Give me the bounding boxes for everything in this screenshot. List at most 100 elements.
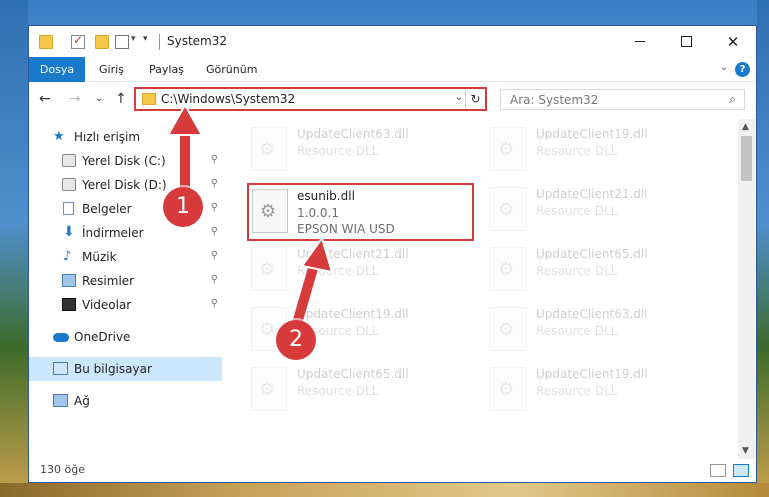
file-name: UpdateClient21.dll [297, 247, 409, 261]
dll-file-icon: ⚙ [251, 367, 287, 411]
gear-icon: ⚙ [498, 199, 515, 220]
title-separator [159, 34, 160, 50]
sidebar-item-label: İndirmeler [82, 226, 144, 240]
file-description: EPSON WIA USD [297, 222, 395, 236]
details-view-icon[interactable] [710, 464, 726, 477]
pin-icon[interactable]: ⚲ [211, 202, 218, 213]
file-item[interactable]: ⚙ UpdateClient21.dll Resource DLL [488, 185, 718, 233]
dll-file-icon: ⚙ [490, 307, 526, 351]
sidebar-item-network[interactable]: Ağ [29, 389, 222, 413]
scroll-down-icon[interactable]: ▼ [742, 446, 749, 456]
dll-file-icon: ⚙ [490, 247, 526, 291]
title-bar: ▾ ▾ System32 ✕ [29, 26, 756, 57]
pin-icon[interactable]: ⚲ [211, 178, 218, 189]
file-item[interactable]: ⚙ UpdateClient63.dll Resource DLL [488, 305, 718, 353]
address-bar[interactable]: C:\Windows\System32 ⌄ ↻ [134, 87, 487, 111]
file-name: UpdateClient21.dll [536, 187, 648, 201]
file-item[interactable]: ⚙ UpdateClient63.dll Resource DLL [249, 125, 479, 173]
forward-button[interactable]: → [69, 91, 81, 107]
sidebar-item-label: Müzik [82, 250, 117, 264]
search-input[interactable]: Ara: System32 ⌕ [500, 89, 745, 110]
sidebar-item-music[interactable]: ♪ Müzik ⚲ [29, 245, 222, 269]
step-2-badge: 2 [276, 320, 316, 360]
desktop-background-bottom [0, 483, 769, 497]
sidebar-item-quick-access[interactable]: ★ Hızlı erişim [29, 125, 222, 149]
file-item[interactable]: ⚙ UpdateClient19.dll Resource DLL [488, 365, 718, 413]
gear-icon: ⚙ [259, 259, 276, 280]
gear-icon: ⚙ [259, 379, 276, 400]
pin-icon[interactable]: ⚲ [211, 154, 218, 165]
status-bar: 130 öğe [29, 460, 756, 482]
up-button[interactable]: ↑ [115, 91, 127, 107]
customize-toolbar-icon[interactable]: ▾ [131, 34, 136, 44]
step-1-badge: 1 [163, 187, 203, 227]
new-folder-icon[interactable] [95, 35, 109, 49]
dll-file-icon: ⚙ [490, 187, 526, 231]
sidebar-item-label: Yerel Disk (C:) [82, 154, 166, 168]
file-type: Resource DLL [536, 204, 618, 218]
close-button[interactable]: ✕ [710, 26, 756, 57]
search-icon[interactable]: ⌕ [729, 92, 736, 107]
ribbon-tabs: Dosya Giriş Paylaş Görünüm ⌄ ? [29, 57, 756, 82]
folder-icon [142, 93, 156, 105]
sidebar-item-pictures[interactable]: Resimler ⚲ [29, 269, 222, 293]
file-explorer-window: ▾ ▾ System32 ✕ Dosya Giriş Paylaş Görünü… [28, 25, 757, 483]
tab-share[interactable]: Paylaş [149, 57, 184, 82]
file-type: Resource DLL [297, 144, 379, 158]
file-name: UpdateClient19.dll [536, 127, 648, 141]
navigation-pane: ★ Hızlı erişim Yerel Disk (C:) ⚲ Yerel D… [29, 119, 222, 459]
sidebar-item-label: Resimler [82, 274, 135, 288]
quick-access-dropdown-icon[interactable]: ▾ [143, 34, 148, 44]
rename-icon[interactable] [115, 35, 129, 49]
dll-file-icon: ⚙ [251, 127, 287, 171]
sidebar-item-onedrive[interactable]: OneDrive [29, 325, 222, 349]
recent-locations-button[interactable]: ⌄ [95, 93, 103, 104]
help-icon[interactable]: ? [735, 62, 750, 77]
sidebar-item-videos[interactable]: Videolar ⚲ [29, 293, 222, 317]
documents-icon [63, 202, 74, 215]
folder-icon [39, 35, 53, 49]
gear-icon: ⚙ [259, 139, 276, 160]
sidebar-item-this-pc[interactable]: Bu bilgisayar [29, 357, 222, 381]
pin-icon[interactable]: ⚲ [211, 298, 218, 309]
pin-icon[interactable]: ⚲ [211, 274, 218, 285]
desktop-background-left [0, 0, 28, 497]
maximize-button[interactable] [663, 26, 709, 57]
tab-file[interactable]: Dosya [29, 57, 85, 82]
sidebar-item-local-disk-c[interactable]: Yerel Disk (C:) ⚲ [29, 149, 222, 173]
address-dropdown-icon[interactable]: ⌄ [455, 92, 463, 103]
scroll-up-icon[interactable]: ▲ [742, 122, 749, 132]
star-icon: ★ [53, 129, 65, 144]
refresh-button[interactable]: ↻ [465, 89, 485, 109]
scroll-thumb[interactable] [741, 136, 752, 181]
file-item[interactable]: ⚙ UpdateClient65.dll Resource DLL [249, 365, 479, 413]
tab-view[interactable]: Görünüm [206, 57, 257, 82]
file-item[interactable]: ⚙ UpdateClient65.dll Resource DLL [488, 245, 718, 293]
file-name: UpdateClient63.dll [536, 307, 648, 321]
properties-icon[interactable] [71, 33, 85, 49]
file-item[interactable]: ⚙ UpdateClient19.dll Resource DLL [488, 125, 718, 173]
vertical-scrollbar[interactable]: ▲ ▼ [738, 119, 755, 459]
disk-icon [62, 154, 76, 167]
file-item-esunib[interactable]: ⚙ esunib.dll 1.0.0.1 EPSON WIA USD [247, 183, 474, 241]
file-type: Resource DLL [536, 264, 618, 278]
expand-ribbon-icon[interactable]: ⌄ [720, 62, 728, 73]
large-icons-view-icon[interactable] [733, 464, 749, 477]
music-icon: ♪ [63, 249, 72, 264]
file-item[interactable]: ⚙ UpdateClient21.dll Resource DLL [249, 245, 479, 293]
pin-icon[interactable]: ⚲ [211, 226, 218, 237]
disk-icon [62, 178, 76, 191]
address-path[interactable]: C:\Windows\System32 [161, 92, 295, 106]
sidebar-item-downloads[interactable]: ⬇ İndirmeler ⚲ [29, 221, 222, 245]
dll-file-icon: ⚙ [490, 127, 526, 171]
tab-home[interactable]: Giriş [99, 57, 124, 82]
minimize-button[interactable] [617, 26, 663, 57]
desktop-background-right [757, 0, 769, 497]
file-type: Resource DLL [297, 264, 379, 278]
cloud-icon [53, 333, 69, 342]
back-button[interactable]: ← [39, 91, 51, 107]
sidebar-item-label: OneDrive [74, 330, 131, 344]
computer-icon [53, 362, 68, 375]
pin-icon[interactable]: ⚲ [211, 250, 218, 261]
file-name: UpdateClient65.dll [297, 367, 409, 381]
